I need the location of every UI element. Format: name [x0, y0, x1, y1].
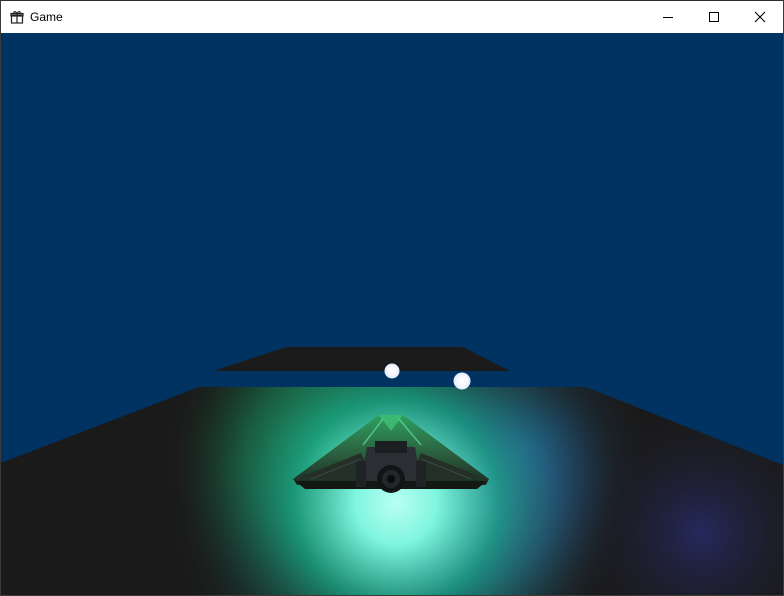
close-button[interactable] — [737, 1, 783, 33]
game-window: Game — [0, 0, 784, 596]
scene-canvas — [1, 33, 783, 595]
minimize-icon — [663, 17, 673, 18]
game-viewport[interactable] — [1, 33, 783, 595]
light-orb — [453, 372, 471, 390]
gift-icon — [9, 9, 25, 25]
window-controls — [645, 1, 783, 33]
close-icon — [754, 11, 766, 23]
maximize-icon — [709, 12, 719, 22]
maximize-button[interactable] — [691, 1, 737, 33]
window-title: Game — [30, 10, 63, 24]
title-bar[interactable]: Game — [1, 1, 783, 33]
minimize-button[interactable] — [645, 1, 691, 33]
light-orb — [384, 363, 400, 379]
